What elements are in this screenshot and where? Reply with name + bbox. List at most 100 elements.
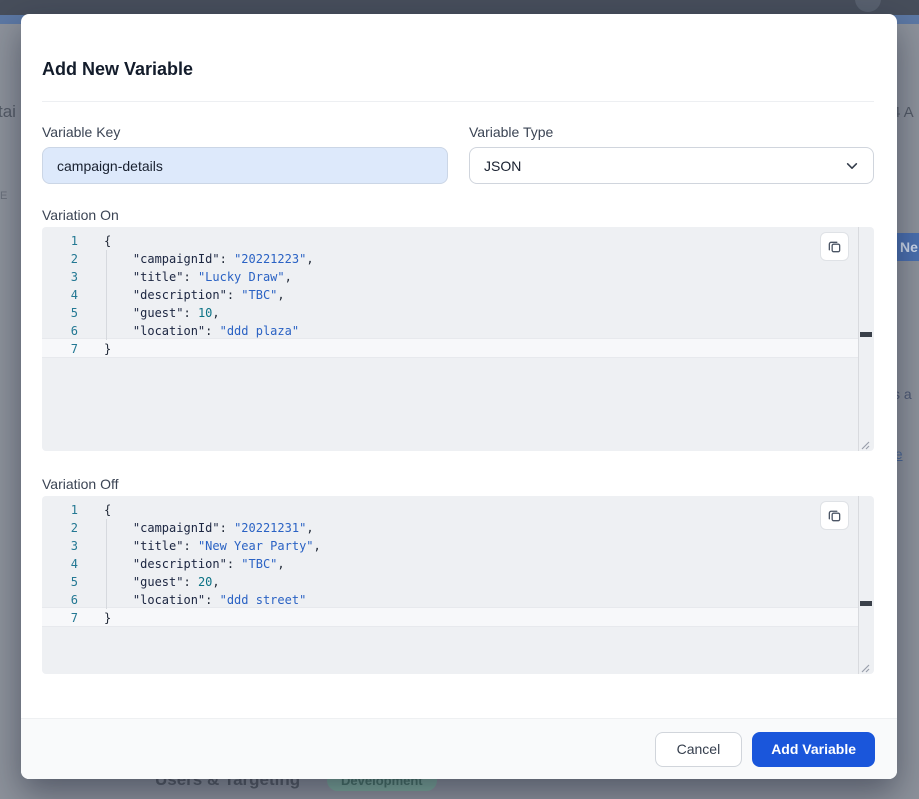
code-token-punc: : [183, 539, 197, 553]
resize-handle-icon[interactable] [858, 437, 870, 449]
line-number: 1 [42, 232, 78, 250]
scrollbar-thumb[interactable] [860, 601, 872, 606]
variable-key-label: Variable Key [42, 124, 120, 140]
divider [42, 101, 874, 102]
variable-type-label: Variable Type [469, 124, 553, 140]
code-token-key: "description" [133, 288, 227, 302]
code-content: { "campaignId": "20221223", "title": "Lu… [104, 232, 854, 358]
code-token-punc: : [183, 270, 197, 284]
modal-footer: Cancel Add Variable [21, 718, 897, 779]
code-line: { [104, 232, 854, 250]
code-token-punc [104, 270, 133, 284]
variable-key-input[interactable] [42, 147, 448, 184]
code-token-str: "ddd plaza" [220, 324, 299, 338]
code-token-key: "campaignId" [133, 252, 220, 266]
code-token-punc: , [314, 539, 321, 553]
code-token-punc: , [306, 521, 313, 535]
code-token-punc [104, 288, 133, 302]
code-token-num: 10 [198, 306, 212, 320]
variation-on-editor[interactable]: 1234567 { "campaignId": "20221223", "tit… [42, 227, 874, 451]
background-top-bar [0, 0, 919, 15]
code-token-punc: : [227, 288, 241, 302]
code-content: { "campaignId": "20221231", "title": "Ne… [104, 501, 854, 627]
resize-handle-icon[interactable] [858, 660, 870, 672]
copy-button[interactable] [820, 501, 849, 530]
code-token-punc: } [104, 342, 111, 356]
code-line: "title": "Lucky Draw", [104, 268, 854, 286]
code-token-punc: : [220, 252, 234, 266]
variable-type-select[interactable]: JSON [469, 147, 874, 184]
code-token-punc: : [205, 324, 219, 338]
variation-off-editor[interactable]: 1234567 { "campaignId": "20221231", "tit… [42, 496, 874, 674]
copy-icon [827, 508, 842, 523]
add-variable-modal: Add New Variable Variable Key Variable T… [21, 14, 897, 779]
code-token-key: "guest" [133, 575, 184, 589]
code-token-punc: , [277, 557, 284, 571]
code-token-key: "title" [133, 270, 184, 284]
code-token-punc: { [104, 234, 111, 248]
code-token-str: "ddd street" [220, 593, 307, 607]
line-number: 2 [42, 519, 78, 537]
code-token-punc: , [212, 306, 219, 320]
code-token-key: "location" [133, 324, 205, 338]
code-token-num: 20 [198, 575, 212, 589]
code-token-punc: , [306, 252, 313, 266]
code-token-punc: : [183, 575, 197, 589]
code-line: "description": "TBC", [104, 555, 854, 573]
code-token-punc [104, 539, 133, 553]
scrollbar-track [858, 496, 859, 674]
code-line: "description": "TBC", [104, 286, 854, 304]
code-token-key: "campaignId" [133, 521, 220, 535]
copy-button[interactable] [820, 232, 849, 261]
cancel-button[interactable]: Cancel [655, 732, 743, 767]
code-line: "campaignId": "20221231", [104, 519, 854, 537]
code-token-str: "20221231" [234, 521, 306, 535]
modal-title: Add New Variable [42, 59, 193, 80]
code-line: "location": "ddd plaza" [104, 322, 854, 340]
code-token-punc [104, 252, 133, 266]
line-number: 5 [42, 304, 78, 322]
code-token-key: "title" [133, 539, 184, 553]
code-token-punc [104, 593, 133, 607]
code-line: { [104, 501, 854, 519]
add-variable-button[interactable]: Add Variable [752, 732, 875, 767]
line-number: 1 [42, 501, 78, 519]
line-number: 2 [42, 250, 78, 268]
code-token-punc [104, 324, 133, 338]
code-line: "guest": 20, [104, 573, 854, 591]
code-token-punc: , [277, 288, 284, 302]
line-number-gutter: 1234567 [42, 501, 78, 627]
line-number: 6 [42, 591, 78, 609]
code-token-str: "New Year Party" [198, 539, 314, 553]
code-token-str: "TBC" [241, 557, 277, 571]
code-token-punc: : [205, 593, 219, 607]
code-token-punc: , [285, 270, 292, 284]
code-line: } [104, 609, 854, 627]
code-token-punc: : [183, 306, 197, 320]
code-token-punc: } [104, 611, 111, 625]
code-token-punc: : [220, 521, 234, 535]
code-line: "location": "ddd street" [104, 591, 854, 609]
variation-on-label: Variation On [42, 207, 119, 223]
line-number: 7 [42, 340, 78, 358]
background-text-fragment: tai [0, 102, 16, 122]
code-token-punc [104, 306, 133, 320]
chevron-down-icon [845, 159, 859, 173]
line-number: 5 [42, 573, 78, 591]
code-line: "title": "New Year Party", [104, 537, 854, 555]
line-number: 7 [42, 609, 78, 627]
scrollbar-thumb[interactable] [860, 332, 872, 337]
code-token-punc: , [212, 575, 219, 589]
code-token-str: "20221223" [234, 252, 306, 266]
code-token-punc [104, 575, 133, 589]
code-token-punc [104, 557, 133, 571]
copy-icon [827, 239, 842, 254]
code-token-punc [104, 521, 133, 535]
variable-type-value: JSON [484, 158, 521, 174]
code-token-punc: : [227, 557, 241, 571]
line-number-gutter: 1234567 [42, 232, 78, 358]
scrollbar-track [858, 227, 859, 451]
line-number: 3 [42, 537, 78, 555]
line-number: 3 [42, 268, 78, 286]
code-token-str: "Lucky Draw" [198, 270, 285, 284]
